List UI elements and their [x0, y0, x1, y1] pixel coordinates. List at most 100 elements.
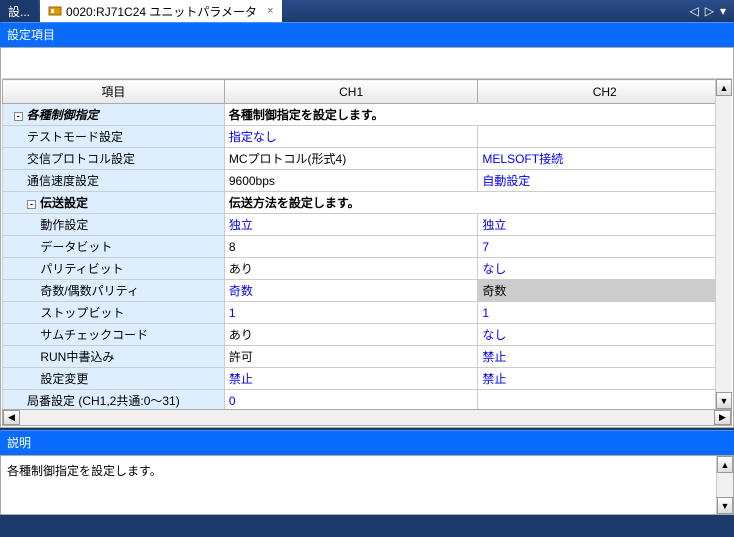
scroll-up-button[interactable]: ▲ — [716, 79, 732, 96]
item-cell[interactable]: 交信プロトコル設定 — [3, 148, 225, 170]
table-row[interactable]: 通信速度設定 9600bps 自動設定 — [3, 170, 732, 192]
group-desc-cell: 各種制御指定を設定します。 — [224, 104, 731, 126]
vertical-scrollbar[interactable]: ▲ ▼ — [715, 79, 732, 409]
ch1-cell[interactable]: 8 — [224, 236, 478, 258]
scroll-track[interactable] — [716, 96, 732, 392]
table-row[interactable]: -伝送設定伝送方法を設定します。 — [3, 192, 732, 214]
ch1-value: MCプロトコル(形式4) — [229, 152, 346, 166]
item-cell[interactable]: RUN中書込み — [3, 346, 225, 368]
desc-scroll-down-button[interactable]: ▼ — [717, 497, 733, 514]
ch1-value: 1 — [229, 306, 236, 320]
item-cell[interactable]: -伝送設定 — [3, 192, 225, 214]
settings-table-wrap[interactable]: 項目 CH1 CH2 -各種制御指定各種制御指定を設定します。 テストモード設定… — [2, 79, 732, 409]
hscroll-right-button[interactable]: ▶ — [714, 410, 731, 425]
item-label: テストモード設定 — [27, 130, 123, 144]
item-label: データビット — [40, 240, 112, 254]
table-row[interactable]: 局番設定 (CH1,2共通:0～31) 0 — [3, 390, 732, 410]
table-row[interactable]: RUN中書込み許可禁止 — [3, 346, 732, 368]
active-tab[interactable]: 0020:RJ71C24 ユニットパラメータ × — [40, 0, 281, 22]
ch2-value: 自動設定 — [482, 174, 530, 188]
item-cell[interactable]: 通信速度設定 — [3, 170, 225, 192]
setting-items-title: 設定項目 — [0, 22, 734, 47]
item-label: 通信速度設定 — [27, 174, 99, 188]
nav-menu-icon[interactable]: ▾ — [720, 4, 726, 18]
item-cell[interactable]: 設定変更 — [3, 368, 225, 390]
item-label: 局番設定 (CH1,2共通:0～31) — [27, 394, 180, 408]
tree-collapse-icon[interactable]: - — [14, 112, 23, 121]
ch2-cell[interactable]: MELSOFT接続 — [478, 148, 732, 170]
ch1-cell[interactable]: あり — [224, 324, 478, 346]
horizontal-scrollbar[interactable]: ◀ ▶ — [2, 409, 732, 426]
item-cell[interactable]: パリティビット — [3, 258, 225, 280]
ch2-cell[interactable]: 奇数 — [478, 280, 732, 302]
ch1-value: あり — [229, 262, 253, 276]
ch1-cell[interactable]: 1 — [224, 302, 478, 324]
table-row[interactable]: 奇数/偶数パリティ 奇数 奇数 — [3, 280, 732, 302]
ch2-cell[interactable]: なし — [478, 324, 732, 346]
secondary-tab[interactable]: 設... — [0, 0, 38, 22]
table-row[interactable]: 設定変更禁止禁止 — [3, 368, 732, 390]
item-cell[interactable]: 動作設定 — [3, 214, 225, 236]
ch2-cell[interactable]: 自動設定 — [478, 170, 732, 192]
ch1-cell[interactable]: あり — [224, 258, 478, 280]
ch1-cell[interactable]: 許可 — [224, 346, 478, 368]
item-cell[interactable]: 局番設定 (CH1,2共通:0～31) — [3, 390, 225, 410]
ch1-cell[interactable]: 指定なし — [224, 126, 478, 148]
description-text: 各種制御指定を設定します。 — [7, 464, 162, 478]
table-row[interactable]: テストモード設定 指定なし — [3, 126, 732, 148]
ch2-cell[interactable] — [478, 390, 732, 410]
item-cell[interactable]: ストップビット — [3, 302, 225, 324]
ch1-cell[interactable]: 禁止 — [224, 368, 478, 390]
desc-vertical-scrollbar[interactable]: ▲ ▼ — [716, 456, 733, 514]
column-header-ch2[interactable]: CH2 — [478, 80, 732, 104]
description-title: 説明 — [0, 430, 734, 455]
ch1-value: 奇数 — [229, 284, 253, 298]
table-row[interactable]: -各種制御指定各種制御指定を設定します。 — [3, 104, 732, 126]
ch2-cell[interactable]: 禁止 — [478, 368, 732, 390]
ch2-cell[interactable]: なし — [478, 258, 732, 280]
item-label: サムチェックコード — [40, 328, 148, 342]
item-label: 奇数/偶数パリティ — [40, 284, 139, 298]
ch2-cell[interactable]: 7 — [478, 236, 732, 258]
ch1-cell[interactable]: 奇数 — [224, 280, 478, 302]
table-row[interactable]: サムチェックコード あり なし — [3, 324, 732, 346]
table-row[interactable]: パリティビットあり なし — [3, 258, 732, 280]
table-row[interactable]: 交信プロトコル設定 MCプロトコル(形式4) MELSOFT接続 — [3, 148, 732, 170]
nav-right-icon[interactable]: ▷ — [705, 4, 714, 18]
settings-table: 項目 CH1 CH2 -各種制御指定各種制御指定を設定します。 テストモード設定… — [2, 79, 732, 409]
group-label: 各種制御指定 — [27, 108, 99, 122]
desc-scroll-track[interactable] — [717, 473, 733, 497]
table-row[interactable]: ストップビット 1 1 — [3, 302, 732, 324]
desc-scroll-up-button[interactable]: ▲ — [717, 456, 733, 473]
item-cell[interactable]: 奇数/偶数パリティ — [3, 280, 225, 302]
column-header-item[interactable]: 項目 — [3, 80, 225, 104]
ch2-value: 独立 — [482, 218, 506, 232]
ch1-value: あり — [229, 328, 253, 342]
item-cell[interactable]: -各種制御指定 — [3, 104, 225, 126]
title-bar: 設... 0020:RJ71C24 ユニットパラメータ × ◁ ▷ ▾ — [0, 0, 734, 22]
ch1-cell[interactable]: 9600bps — [224, 170, 478, 192]
item-cell[interactable]: サムチェックコード — [3, 324, 225, 346]
close-tab-button[interactable]: × — [267, 5, 273, 17]
scroll-down-button[interactable]: ▼ — [716, 392, 732, 409]
hscroll-left-button[interactable]: ◀ — [3, 410, 20, 425]
item-cell[interactable]: データビット — [3, 236, 225, 258]
item-cell[interactable]: テストモード設定 — [3, 126, 225, 148]
nav-left-icon[interactable]: ◁ — [690, 4, 699, 18]
column-header-ch1[interactable]: CH1 — [224, 80, 478, 104]
ch1-cell[interactable]: 0 — [224, 390, 478, 410]
ch2-cell[interactable]: 独立 — [478, 214, 732, 236]
table-row[interactable]: 動作設定独立独立 — [3, 214, 732, 236]
ch2-cell[interactable]: 1 — [478, 302, 732, 324]
ch1-cell[interactable]: MCプロトコル(形式4) — [224, 148, 478, 170]
ch1-value: 指定なし — [229, 130, 277, 144]
ch2-cell[interactable] — [478, 126, 732, 148]
ch1-cell[interactable]: 独立 — [224, 214, 478, 236]
ch2-cell[interactable]: 禁止 — [478, 346, 732, 368]
item-label: ストップビット — [40, 306, 124, 320]
ch1-value: 独立 — [229, 218, 253, 232]
ch2-value: なし — [482, 328, 506, 342]
tree-collapse-icon[interactable]: - — [27, 200, 36, 209]
ch1-value: 8 — [229, 240, 236, 254]
table-row[interactable]: データビット 8 7 — [3, 236, 732, 258]
